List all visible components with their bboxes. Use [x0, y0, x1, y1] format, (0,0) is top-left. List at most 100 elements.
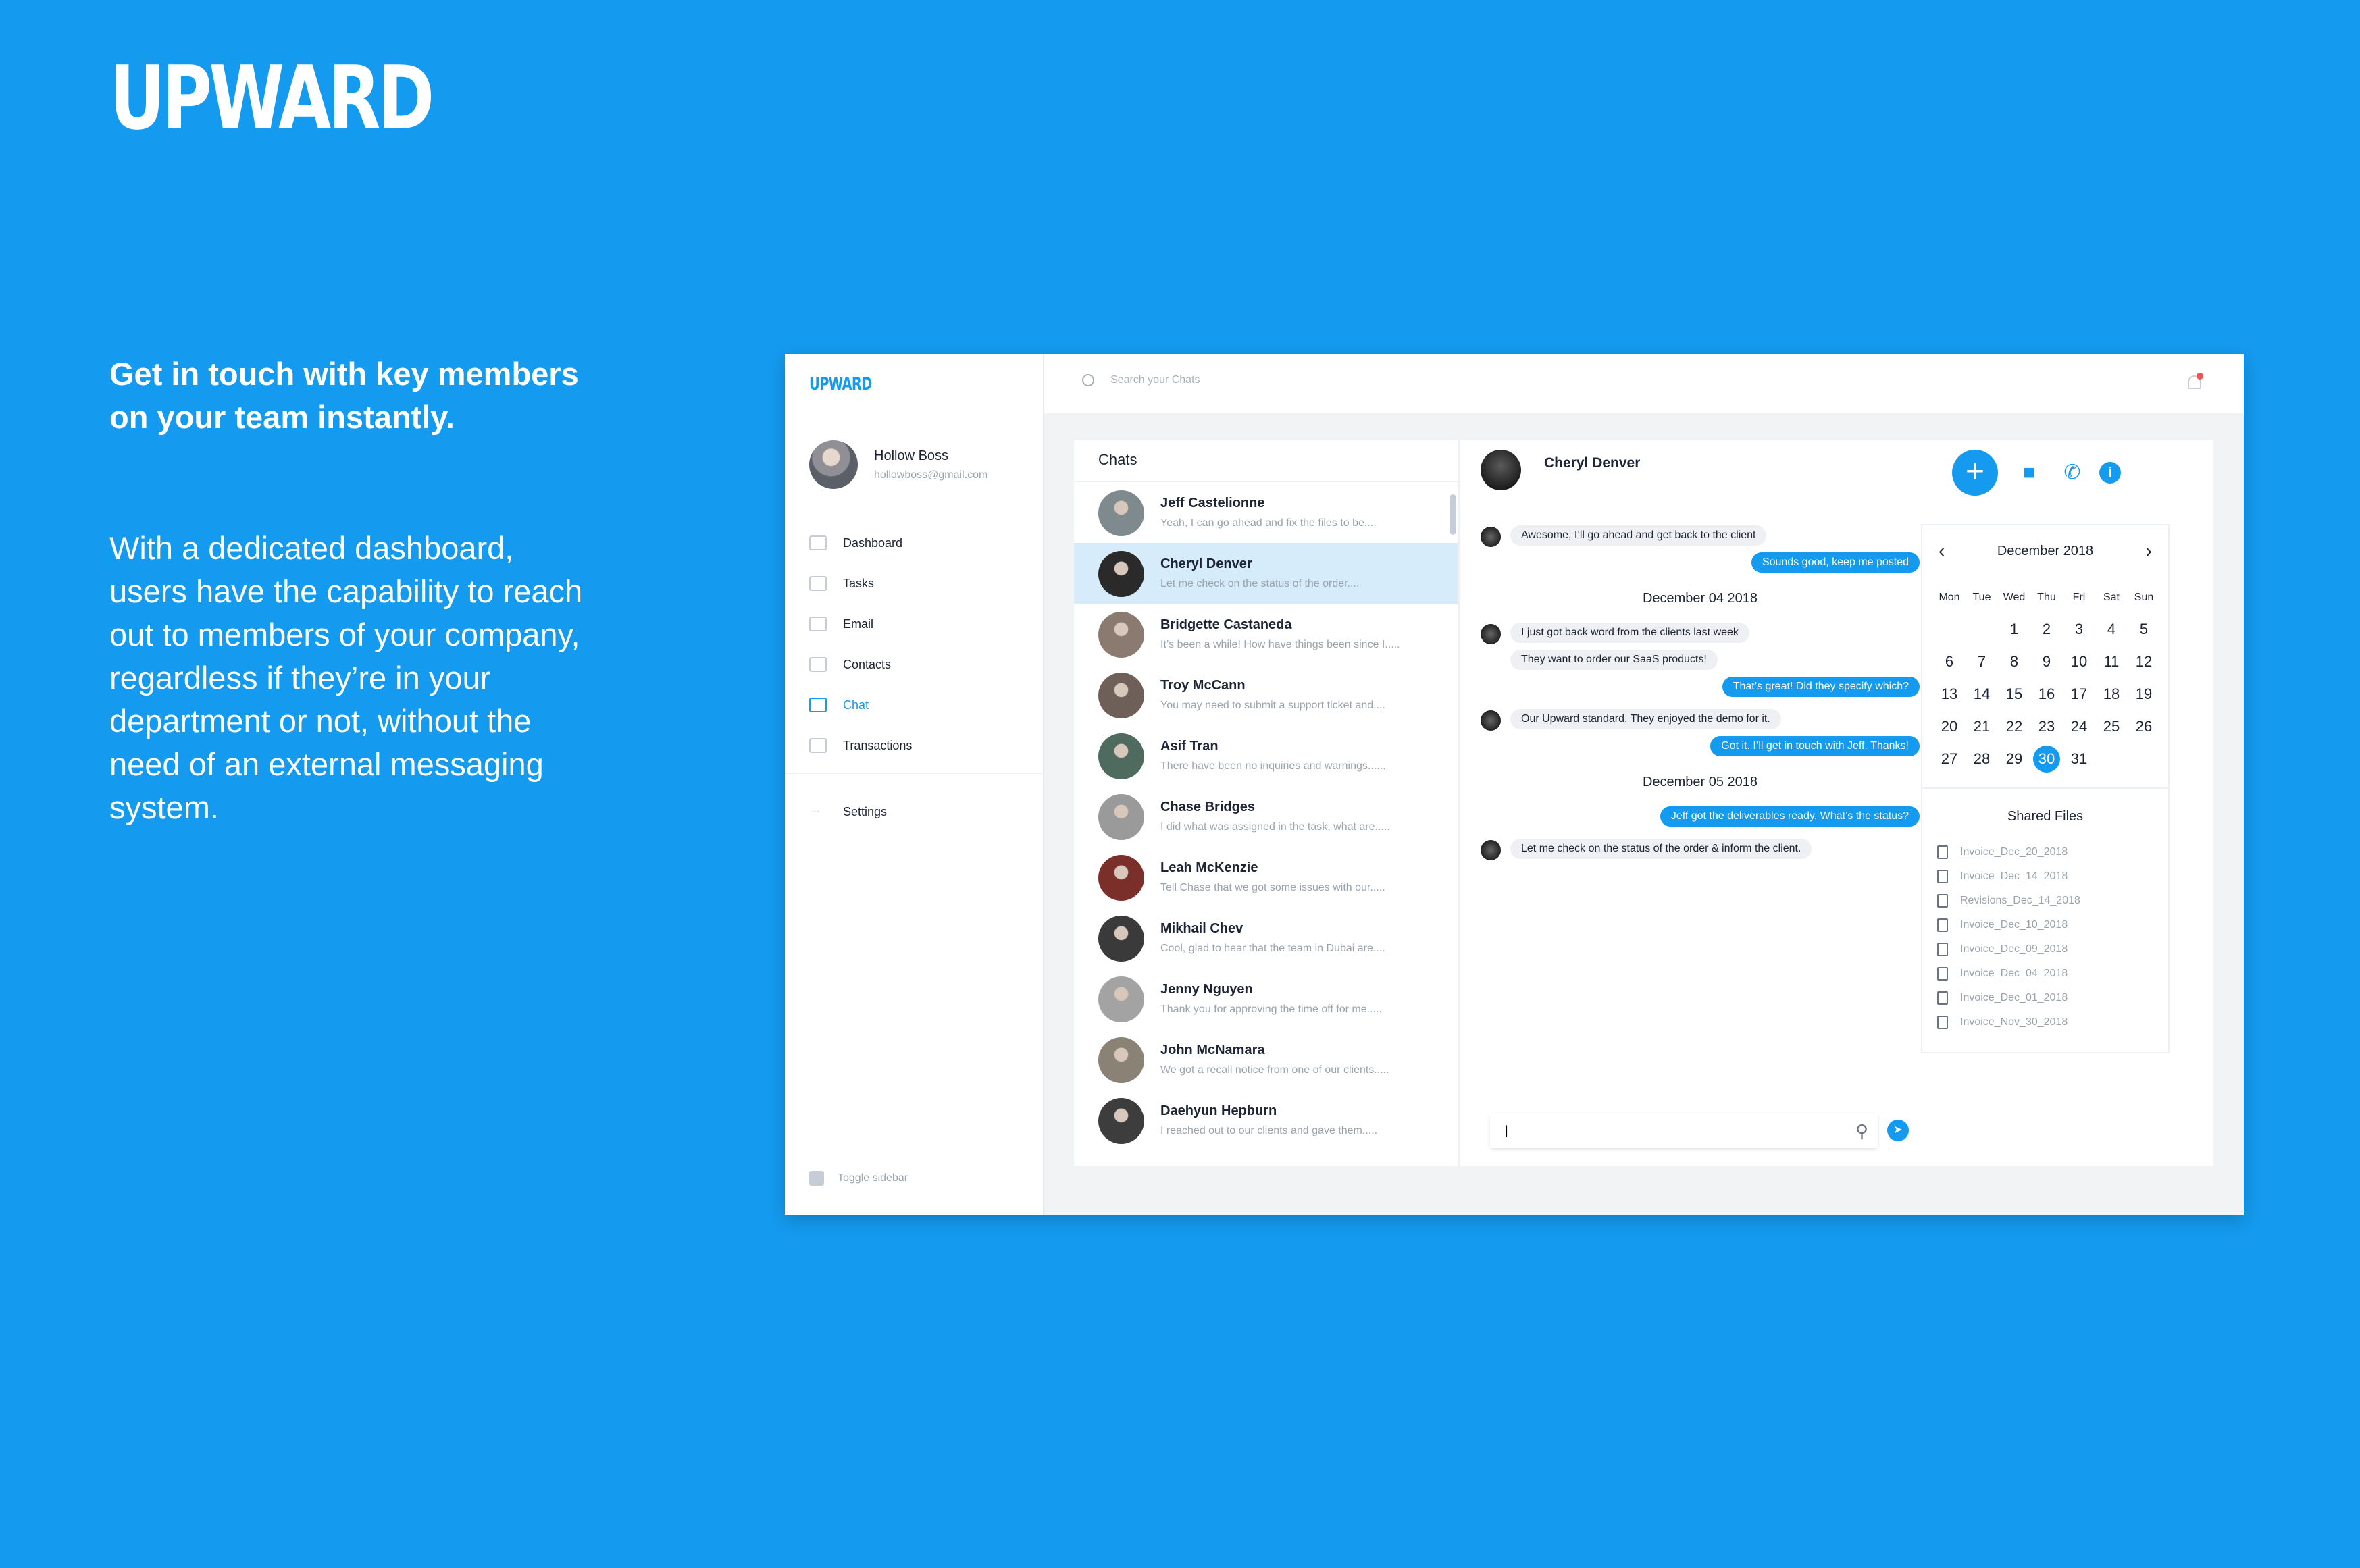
chat-list-item[interactable]: John McNamara We got a recall notice from…: [1074, 1029, 1458, 1090]
shared-file-item[interactable]: Invoice_Dec_14_2018: [1937, 864, 2080, 889]
date-separator: December 05 2018: [1642, 775, 1758, 789]
shared-file-item[interactable]: Invoice_Dec_04_2018: [1937, 962, 2080, 986]
chat-list-item[interactable]: Daehyun Hepburn I reached out to our clie…: [1074, 1090, 1458, 1151]
search-bar[interactable]: Search your Chats: [1082, 374, 1200, 386]
shared-file-item[interactable]: Invoice_Dec_20_2018: [1937, 840, 2080, 864]
file-name: Invoice_Dec_09_2018: [1960, 943, 2068, 955]
shared-file-item[interactable]: Invoice_Dec_09_2018: [1937, 937, 2080, 962]
calendar-day[interactable]: 5: [2140, 621, 2148, 638]
file-icon: [1937, 918, 1948, 932]
calendar-day[interactable]: 21: [1974, 718, 1990, 735]
calendar-day[interactable]: 27: [1941, 750, 1957, 768]
chat-list-item[interactable]: Jeff Castelionne Yeah, I can go ahead and…: [1074, 482, 1458, 543]
sidebar-item-label: Email: [843, 617, 874, 631]
user-profile[interactable]: Hollow Boss hollowboss@gmail.com: [809, 440, 987, 489]
sidebar-item-tasks[interactable]: Tasks: [809, 563, 1025, 604]
message-input[interactable]: [1490, 1113, 1878, 1148]
calendar-day[interactable]: 4: [2107, 621, 2115, 638]
avatar: [1098, 976, 1144, 1022]
chat-list-item[interactable]: Cheryl Denver Let me check on the status …: [1074, 543, 1458, 604]
app-logo[interactable]: UPWARD: [809, 374, 872, 394]
calendar-day[interactable]: 17: [2071, 685, 2087, 703]
video-call-icon[interactable]: ■: [2017, 461, 2041, 485]
message-row: Jeff got the deliverables ready. What’s …: [1481, 801, 1920, 833]
chat-name: Bridgette Castaneda: [1160, 617, 1292, 632]
weekday-label: Sun: [2134, 592, 2154, 603]
shared-file-item[interactable]: Invoice_Nov_30_2018: [1937, 1010, 2080, 1035]
shared-file-item[interactable]: Invoice_Dec_01_2018: [1937, 986, 2080, 1010]
sidebar-item-chat[interactable]: Chat: [809, 685, 1025, 725]
calendar-day[interactable]: 1: [2010, 621, 2018, 638]
toggle-sidebar-button[interactable]: Toggle sidebar: [809, 1171, 908, 1186]
avatar: [1481, 710, 1501, 731]
calendar-day[interactable]: 2: [2043, 621, 2051, 638]
calendar-day[interactable]: 6: [1945, 653, 1953, 671]
calendar-day[interactable]: 12: [2136, 653, 2152, 671]
sidebar-item-settings[interactable]: ··· Settings: [809, 791, 887, 832]
sidebar-item-email[interactable]: Email: [809, 604, 1025, 644]
sidebar-item-dashboard[interactable]: Dashboard: [809, 523, 1025, 563]
chat-list-item[interactable]: Chase Bridges I did what was assigned in …: [1074, 786, 1458, 847]
calendar-day[interactable]: 14: [1974, 685, 1990, 703]
calendar-day[interactable]: 3: [2075, 621, 2083, 638]
incoming-message: Awesome, I’ll go ahead and get back to t…: [1510, 525, 1767, 546]
add-button[interactable]: +: [1952, 450, 1998, 496]
message-row: Got it. I’ll get in touch with Jeff. Tha…: [1481, 731, 1920, 763]
weekday-label: Tue: [1972, 592, 1991, 603]
calendar-day[interactable]: 16: [2038, 685, 2055, 703]
sidebar-item-transactions[interactable]: Transactions: [809, 725, 1025, 766]
calendar-day[interactable]: 24: [2071, 718, 2087, 735]
weekday-label: Sat: [2103, 592, 2120, 603]
chat-list-item[interactable]: Asif Tran There have been no inquiries an…: [1074, 725, 1458, 786]
sidebar-item-contacts[interactable]: Contacts: [809, 644, 1025, 685]
file-name: Invoice_Dec_04_2018: [1960, 968, 2068, 979]
send-button[interactable]: ➤: [1887, 1120, 1909, 1141]
calendar-day[interactable]: 9: [2043, 653, 2051, 671]
search-placeholder: Search your Chats: [1110, 374, 1200, 386]
chevron-right-icon[interactable]: ›: [2146, 540, 2152, 562]
calendar-day[interactable]: 7: [1978, 653, 1986, 671]
avatar: [1098, 916, 1144, 962]
chat-name: Daehyun Hepburn: [1160, 1103, 1277, 1118]
notification-bell-icon[interactable]: [2186, 373, 2203, 393]
calendar-day[interactable]: 13: [1941, 685, 1957, 703]
outgoing-message: That’s great! Did they specify which?: [1722, 677, 1920, 697]
calendar-day[interactable]: 23: [2038, 718, 2055, 735]
calendar-day[interactable]: 15: [2006, 685, 2022, 703]
calendar-day[interactable]: 20: [1941, 718, 1957, 735]
avatar: [1098, 1098, 1144, 1144]
chat-name: Troy McCann: [1160, 678, 1246, 693]
divider: [785, 773, 1044, 774]
calendar-day[interactable]: 29: [2006, 750, 2022, 768]
calendar-day[interactable]: 10: [2071, 653, 2087, 671]
calendar-day[interactable]: 8: [2010, 653, 2018, 671]
chat-list-item[interactable]: Jenny Nguyen Thank you for approving the …: [1074, 968, 1458, 1029]
calendar-day-selected[interactable]: 30: [2033, 746, 2060, 773]
file-name: Invoice_Dec_14_2018: [1960, 870, 2068, 882]
transactions-icon: [809, 738, 827, 753]
scrollbar[interactable]: [1450, 494, 1456, 535]
calendar-day[interactable]: 22: [2006, 718, 2022, 735]
chat-list-item[interactable]: Bridgette Castaneda It’s been a while! Ho…: [1074, 604, 1458, 664]
chat-list-item[interactable]: Mikhail Chev Cool, glad to hear that the …: [1074, 908, 1458, 968]
phone-icon[interactable]: ✆: [2060, 461, 2084, 485]
chat-name: Cheryl Denver: [1160, 556, 1252, 571]
outgoing-message: Sounds good, keep me posted: [1751, 552, 1920, 573]
shared-file-item[interactable]: Revisions_Dec_14_2018: [1937, 889, 2080, 913]
chat-list-item[interactable]: Leah McKenzie Tell Chase that we got some…: [1074, 847, 1458, 908]
calendar-day[interactable]: 18: [2103, 685, 2120, 703]
chat-list-item[interactable]: Troy McCann You may need to submit a supp…: [1074, 664, 1458, 725]
message-input-box[interactable]: ⚲: [1490, 1113, 1878, 1148]
attachment-icon[interactable]: ⚲: [1855, 1121, 1868, 1142]
calendar-day[interactable]: 31: [2071, 750, 2087, 768]
calendar-day[interactable]: 28: [1974, 750, 1990, 768]
calendar-day[interactable]: 25: [2103, 718, 2120, 735]
calendar-day[interactable]: 19: [2136, 685, 2152, 703]
conversation-header: Cheryl Denver: [1481, 450, 1640, 490]
file-name: Revisions_Dec_14_2018: [1960, 895, 2080, 906]
calendar-day[interactable]: 26: [2136, 718, 2152, 735]
shared-file-item[interactable]: Invoice_Dec_10_2018: [1937, 913, 2080, 937]
calendar-day[interactable]: 11: [2104, 653, 2120, 671]
chevron-left-icon[interactable]: ‹: [1939, 540, 1945, 562]
info-icon[interactable]: i: [2099, 462, 2121, 484]
